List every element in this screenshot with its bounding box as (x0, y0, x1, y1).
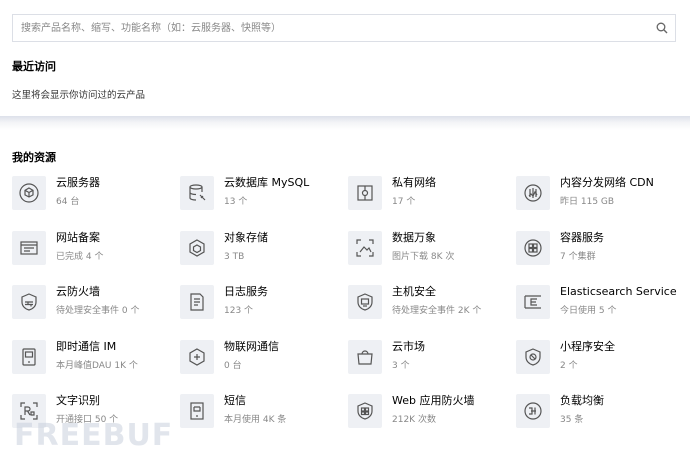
ocr-icon (12, 394, 46, 428)
resource-card-iot[interactable]: 物联网通信 0 台 (180, 336, 348, 391)
resource-name: 物联网通信 (224, 339, 279, 353)
resource-stat: 13 个 (224, 197, 248, 207)
elasticsearch-icon (516, 285, 550, 319)
resource-stat: 3 TB (224, 251, 245, 262)
resource-stat: 本月使用 4K 条 (224, 415, 287, 425)
resource-stat: 3 个 (392, 360, 410, 371)
resource-card-im[interactable]: 即时通信 IM 本月峰值DAU 1K 个 (12, 336, 180, 391)
resource-name: 负载均衡 (560, 394, 604, 407)
search-input[interactable] (13, 15, 649, 41)
resource-stat: 昨日 115 GB (560, 197, 615, 207)
resource-name: 网站备案 (56, 230, 100, 244)
resource-card-ocr[interactable]: 文字识别开通接口 50 个 (12, 390, 180, 445)
resource-name: Elasticsearch Service (560, 285, 677, 298)
resource-name: 日志服务 (224, 285, 268, 298)
resource-stat: 64 台 (56, 197, 80, 207)
resource-name: 数据万象 (392, 230, 436, 244)
resource-card-es[interactable]: Elasticsearch Service 今日使用 5 个 (516, 281, 688, 336)
resource-card-mysql[interactable]: 云数据库 MySQL 13 个 (180, 172, 348, 227)
resource-name: 文字识别 (56, 394, 100, 407)
recent-visits-empty-text: 这里将会显示你访问过的云产品 (12, 90, 146, 101)
resource-stat: 开通接口 50 个 (56, 415, 119, 425)
resource-stat: 今日使用 5 个 (560, 306, 617, 316)
resource-card-cls[interactable]: 日志服务 123 个 (180, 281, 348, 336)
recent-visits-title: 最近访问 (12, 60, 56, 73)
search-bar[interactable] (12, 14, 676, 42)
object-storage-icon (180, 230, 214, 265)
resource-card-ci[interactable]: 数据万象图片下载 8K 次 (348, 227, 516, 282)
resource-stat: 已完成 4 个 (56, 251, 104, 262)
cdn-icon (516, 176, 550, 210)
container-icon (516, 230, 550, 265)
resource-name: 云防火墙 (56, 285, 100, 298)
resource-name: Web 应用防火墙 (392, 394, 475, 407)
database-icon (180, 176, 214, 210)
resource-name: 小程序安全 (560, 339, 615, 353)
iot-icon (180, 339, 214, 374)
resource-name: 对象存储 (224, 230, 268, 244)
resource-card-waf[interactable]: Web 应用防火墙 212K 次数 (348, 390, 516, 445)
resource-card-mp-security[interactable]: 小程序安全 2 个 (516, 336, 688, 391)
resource-card-cvm[interactable]: 云服务器 64 台 (12, 172, 180, 227)
host-security-icon (348, 285, 382, 319)
resource-name: 主机安全 (392, 285, 436, 298)
cloud-firewall-icon (12, 285, 46, 319)
resource-stat: 123 个 (224, 306, 254, 316)
resource-stat: 7 个集群 (560, 251, 596, 262)
resource-card-cwp[interactable]: 主机安全待处理安全事件 2K 个 (348, 281, 516, 336)
resource-card-cos[interactable]: 对象存储 3 TB (180, 227, 348, 282)
mini-program-security-icon (516, 339, 550, 374)
resource-stat: 17 个 (392, 197, 416, 207)
marketplace-icon (348, 339, 382, 374)
resource-stat: 本月峰值DAU 1K 个 (56, 360, 138, 371)
resource-card-icp[interactable]: 网站备案已完成 4 个 (12, 227, 180, 282)
cube-server-icon (12, 176, 46, 210)
resource-stat: 待处理安全事件 0 个 (56, 306, 140, 316)
resource-stat: 图片下载 8K 次 (392, 251, 455, 262)
sms-icon (180, 394, 214, 428)
resource-grid: 云服务器 64 台 云数据库 MySQL 13 个 私有网络 17 个 内容分发网络 … (12, 172, 688, 452)
resource-stat: 2 个 (560, 360, 578, 371)
section-divider (0, 116, 690, 130)
log-service-icon (180, 285, 214, 319)
resource-stat: 35 条 (560, 415, 584, 425)
load-balancer-icon (516, 394, 550, 428)
website-record-icon (12, 230, 46, 265)
resource-name: 短信 (224, 394, 246, 407)
resource-stat: 0 台 (224, 360, 242, 371)
resource-card-cdn[interactable]: 内容分发网络 CDN 昨日 115 GB (516, 172, 688, 227)
resource-card-tke[interactable]: 容器服务 7 个集群 (516, 227, 688, 282)
image-data-icon (348, 230, 382, 265)
resource-card-cfw[interactable]: 云防火墙待处理安全事件 0 个 (12, 281, 180, 336)
instant-messaging-icon (12, 339, 46, 374)
my-resources-title: 我的资源 (12, 151, 56, 164)
waf-icon (348, 394, 382, 428)
resource-name: 云市场 (392, 339, 425, 353)
search-icon[interactable] (649, 15, 675, 41)
resource-name: 云服务器 (56, 176, 100, 189)
resource-name: 容器服务 (560, 230, 604, 244)
resource-card-clb[interactable]: 负载均衡 35 条 (516, 390, 688, 445)
private-network-icon (348, 176, 382, 210)
resource-name: 云数据库 MySQL (224, 176, 310, 189)
resource-card-vpc[interactable]: 私有网络 17 个 (348, 172, 516, 227)
resource-card-market[interactable]: 云市场 3 个 (348, 336, 516, 391)
resource-name: 内容分发网络 CDN (560, 176, 654, 189)
resource-stat: 待处理安全事件 2K 个 (392, 306, 482, 316)
resource-stat: 212K 次数 (392, 415, 436, 425)
resource-card-sms[interactable]: 短信本月使用 4K 条 (180, 390, 348, 445)
resource-name: 即时通信 IM (56, 339, 117, 353)
resource-name: 私有网络 (392, 176, 436, 189)
